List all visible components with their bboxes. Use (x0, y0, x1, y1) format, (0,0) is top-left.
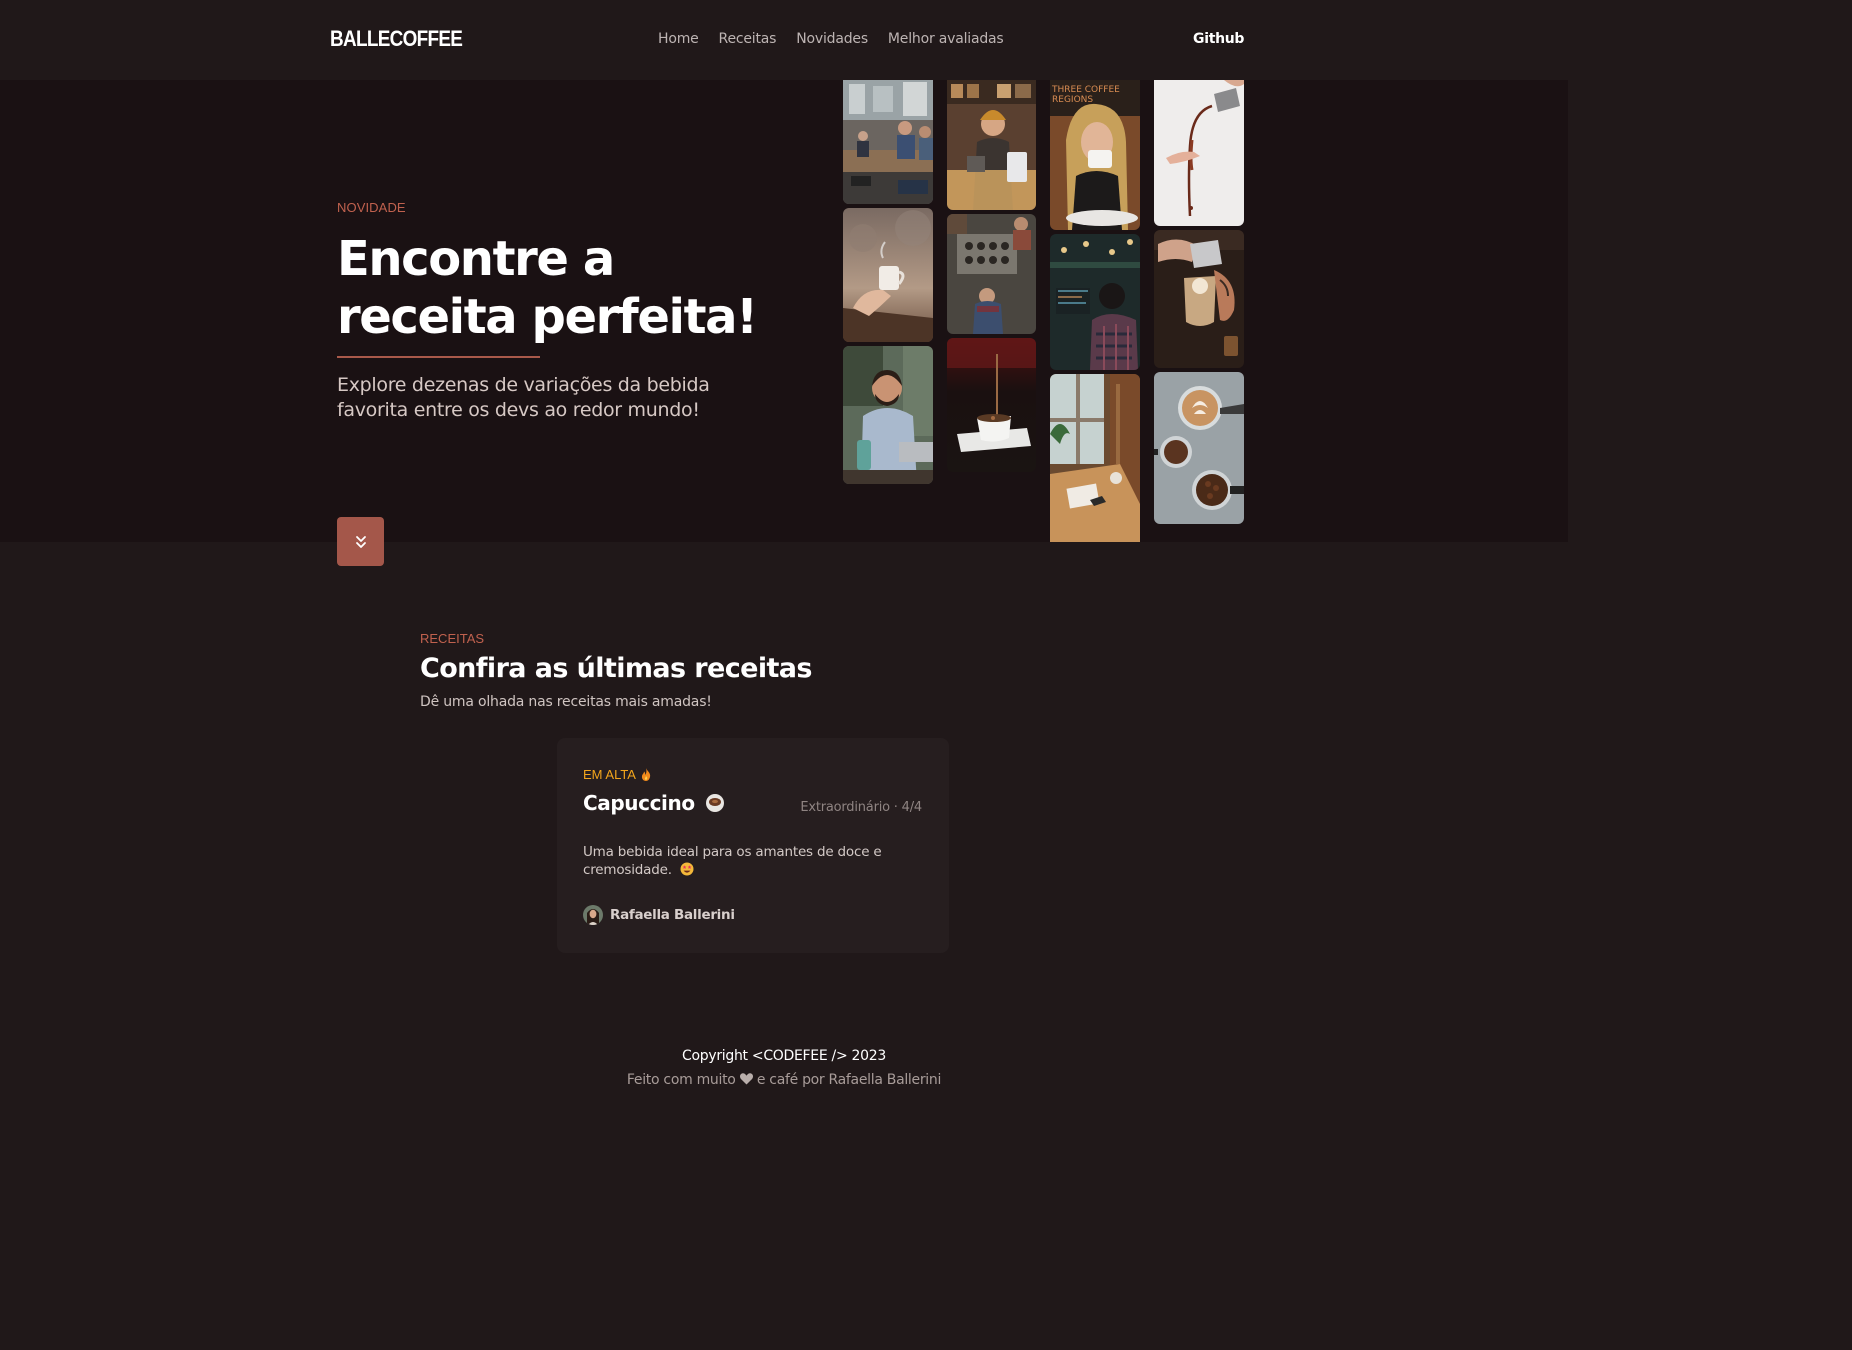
nav-link-home[interactable]: Home (658, 31, 699, 47)
site-logo[interactable]: BALLECOFFEE (330, 26, 463, 52)
double-chevron-down-icon (355, 535, 366, 548)
coffee-shop-workers-photo (947, 214, 1036, 334)
footer-copyright: Copyright <CODEFEE /> 2023 (682, 1048, 886, 1064)
recipe-author[interactable]: Rafaella Ballerini (583, 905, 735, 925)
footer-credits-suffix: e café por Rafaella Ballerini (756, 1072, 942, 1088)
hero-section: NOVIDADE Encontre a receita perfeita! Ex… (0, 80, 1568, 566)
recipes-subtitle: Dê uma olhada nas receitas mais amadas! (420, 694, 712, 710)
site-header: BALLECOFFEE Home Receitas Novidades Melh… (0, 0, 1568, 80)
recipes-kicker: RECEITAS (420, 631, 485, 646)
latte-art-pour-photo (1154, 230, 1244, 368)
star-struck-emoji-icon (680, 862, 694, 876)
barista-woman-photo (947, 80, 1036, 210)
woman-drinking-coffee-photo: THREE COFFEE REGIONS (1050, 80, 1140, 230)
recipe-description: Uma bebida ideal para os amantes de doce… (583, 843, 913, 879)
coffee-pouring-photo (1154, 80, 1244, 226)
svg-text:THREE COFFEE: THREE COFFEE (1051, 85, 1120, 95)
trending-badge: EM ALTA (583, 767, 651, 782)
fire-icon (641, 768, 651, 781)
heart-icon (739, 1073, 753, 1085)
nav-link-receitas[interactable]: Receitas (719, 31, 777, 47)
nav-link-melhor-avaliadas[interactable]: Melhor avaliadas (888, 31, 1004, 47)
hero-title: Encontre a receita perfeita! (337, 231, 758, 345)
cafe-table-window-photo (1050, 374, 1140, 542)
main-nav: Home Receitas Novidades Melhor avaliadas (658, 31, 1004, 47)
nav-link-novidades[interactable]: Novidades (796, 31, 868, 47)
espresso-cup-photo (947, 338, 1036, 472)
avatar (583, 905, 603, 925)
hand-holding-cup-photo (843, 208, 933, 342)
espresso-portafilter-photo (1154, 372, 1244, 524)
svg-text:REGIONS: REGIONS (1052, 95, 1093, 105)
recipe-title-text: Capuccino (583, 791, 695, 815)
footer-credits-prefix: Feito com muito (626, 1072, 736, 1088)
recipe-title: Capuccino (583, 791, 725, 815)
footer-credits: Feito com muito e café por Rafaella Ball… (0, 1072, 1568, 1088)
trending-badge-label: EM ALTA (583, 767, 636, 782)
coffee-cup-icon (705, 794, 724, 812)
recipes-title: Confira as últimas receitas (420, 653, 812, 684)
github-link[interactable]: Github (1193, 31, 1244, 47)
office-coworkers-photo (843, 80, 933, 204)
recipe-rating: Extraordinário · 4/4 (800, 800, 922, 815)
recipe-card[interactable]: EM ALTA Capuccino Extraordinário · 4/4 U… (557, 738, 949, 953)
hero-divider (337, 356, 540, 358)
recipe-author-name: Rafaella Ballerini (610, 907, 735, 923)
hero-subtitle: Explore dezenas de variações da bebida f… (337, 374, 710, 421)
hero-kicker: NOVIDADE (337, 200, 406, 215)
man-coding-cafe-photo (1050, 234, 1140, 370)
recipe-description-text: Uma bebida ideal para os amantes de doce… (583, 844, 882, 878)
smiling-man-laptop-photo (843, 346, 933, 484)
scroll-down-button[interactable] (337, 517, 384, 566)
